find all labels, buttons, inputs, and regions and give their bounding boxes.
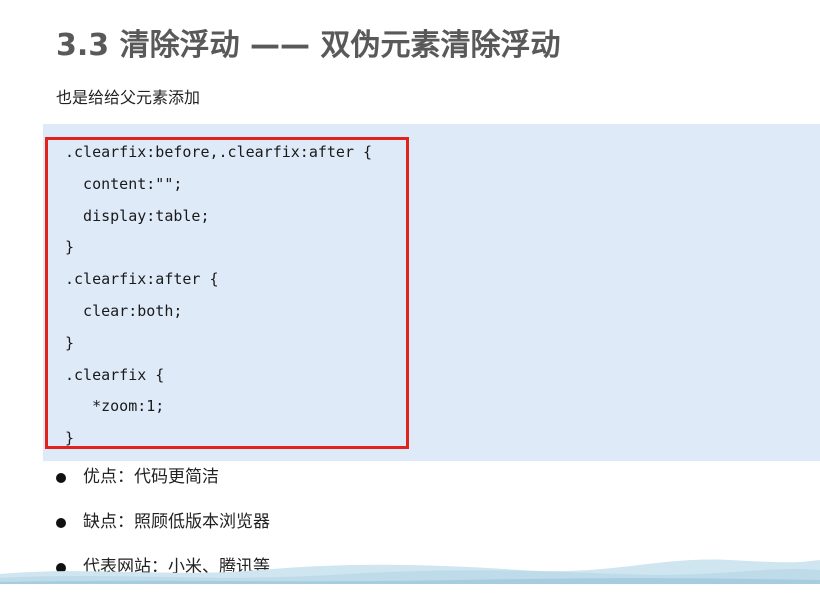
highlight-box bbox=[45, 137, 409, 449]
bullet-text: 优点：代码更简洁 bbox=[83, 467, 219, 487]
slide-title: 3.3 清除浮动 —— 双伪元素清除浮动 bbox=[56, 28, 561, 63]
bullet-text: 缺点：照顾低版本浏览器 bbox=[83, 512, 270, 532]
bullet-dot-icon bbox=[56, 473, 66, 483]
bullet-dot-icon bbox=[56, 518, 66, 528]
slide-subtitle: 也是给给父元素添加 bbox=[56, 88, 201, 107]
wave-graphic bbox=[0, 559, 820, 584]
footer-wave-decoration bbox=[0, 552, 820, 584]
